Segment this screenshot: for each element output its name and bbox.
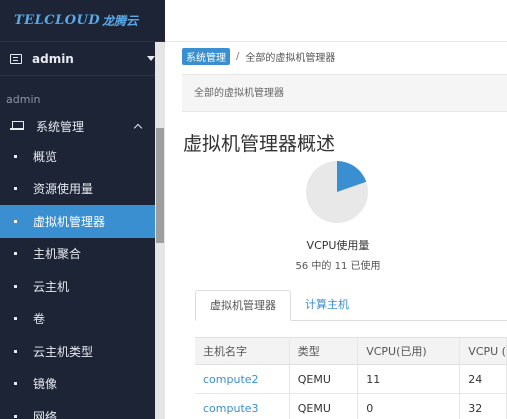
host-type: QEMU <box>289 364 359 394</box>
id-card-icon <box>10 53 22 64</box>
bullet-icon <box>14 219 17 223</box>
page-title: 虚拟机管理器概述 <box>183 133 336 155</box>
sidebar-item-label: 主机聚合 <box>33 247 82 262</box>
laptop-icon <box>10 121 24 131</box>
tab-hypervisors[interactable]: 虚拟机管理器 <box>195 290 291 321</box>
host-vcpu-total: 24 <box>459 364 507 394</box>
bullet-icon <box>14 187 17 191</box>
bullet-icon <box>14 317 17 321</box>
sidebar-item-label: 云主机类型 <box>33 344 94 359</box>
chevron-up-icon <box>133 123 143 132</box>
host-vcpu-used: 11 <box>357 364 461 394</box>
column-header-vcpu-used[interactable]: VCPU(已用) <box>357 337 461 365</box>
sidebar-group-system-admin[interactable]: 系统管理 <box>0 112 165 140</box>
logo-cn-text: 龙腾云 <box>102 14 139 28</box>
column-header-host-name[interactable]: 主机名字 <box>195 337 290 365</box>
column-header-type[interactable]: 类型 <box>289 337 359 365</box>
host-type: QEMU <box>289 393 359 419</box>
breadcrumb-current: 全部的虚拟机管理器 <box>245 53 336 64</box>
bullet-icon <box>14 382 17 386</box>
breadcrumb: 系统管理 / 全部的虚拟机管理器 <box>182 48 335 65</box>
table-row: compute3 QEMU 0 32 <box>195 393 507 419</box>
hypervisor-table: 主机名字 类型 VCPU(已用) VCPU ( compute2 QEMU 11… <box>195 337 507 419</box>
sidebar-item-label: 云主机 <box>33 279 70 294</box>
sidebar: TELCLOUD 龙腾云 admin admin 系统管理 概览资源使用量虚拟机… <box>0 0 165 419</box>
vcpu-usage-label: VCPU使用量 <box>306 239 370 252</box>
sidebar-item-8[interactable]: 网络 <box>0 400 165 419</box>
caret-down-icon <box>147 56 155 61</box>
sidebar-item-label: 网络 <box>33 409 58 419</box>
vcpu-usage-pie <box>305 160 369 224</box>
user-menu[interactable]: admin <box>0 42 165 76</box>
sidebar-item-label: 镜像 <box>33 377 58 392</box>
host-vcpu-total: 32 <box>459 393 507 419</box>
sidebar-item-5[interactable]: 卷 <box>0 303 165 336</box>
sidebar-item-6[interactable]: 云主机类型 <box>0 335 165 368</box>
tab-compute-hosts[interactable]: 计算主机 <box>291 290 363 321</box>
bullet-icon <box>14 349 17 353</box>
breadcrumb-separator: / <box>236 51 240 62</box>
sidebar-item-label: 资源使用量 <box>33 182 94 197</box>
sidebar-section-label: admin <box>6 93 41 106</box>
sidebar-group-label: 系统管理 <box>36 119 85 134</box>
table-row: compute2 QEMU 11 24 <box>195 364 507 394</box>
page-subheader: 全部的虚拟机管理器 <box>182 74 507 112</box>
top-bar <box>165 0 507 42</box>
host-vcpu-used: 0 <box>357 393 461 419</box>
main-content: 系统管理 / 全部的虚拟机管理器 全部的虚拟机管理器 虚拟机管理器概述 VCPU… <box>165 42 507 419</box>
bullet-icon <box>14 284 17 288</box>
bullet-icon <box>14 252 17 256</box>
column-header-vcpu-total[interactable]: VCPU ( <box>459 337 507 365</box>
vcpu-usage-summary: 56 中的 11 已使用 <box>295 261 381 272</box>
sidebar-item-3[interactable]: 主机聚合 <box>0 238 165 271</box>
sidebar-item-1[interactable]: 资源使用量 <box>0 173 165 206</box>
user-name: admin <box>32 51 74 66</box>
sidebar-scrollbar[interactable] <box>155 42 165 419</box>
host-name-link[interactable]: compute2 <box>195 364 290 394</box>
sidebar-item-0[interactable]: 概览 <box>0 140 165 173</box>
logo-text: TELCLOUD <box>14 13 101 28</box>
sidebar-item-label: 概览 <box>33 149 58 164</box>
tab-bar: 虚拟机管理器 计算主机 <box>195 290 507 321</box>
table-header-row: 主机名字 类型 VCPU(已用) VCPU ( <box>195 337 507 365</box>
sidebar-item-label: 卷 <box>33 312 46 327</box>
sidebar-item-7[interactable]: 镜像 <box>0 368 165 401</box>
logo[interactable]: TELCLOUD 龙腾云 <box>0 0 165 42</box>
sidebar-scrollbar-thumb[interactable] <box>156 128 164 243</box>
breadcrumb-root[interactable]: 系统管理 <box>182 48 230 65</box>
bullet-icon <box>14 154 17 158</box>
host-name-link[interactable]: compute3 <box>195 393 290 419</box>
sidebar-item-4[interactable]: 云主机 <box>0 270 165 303</box>
bullet-icon <box>14 414 17 418</box>
sidebar-item-label: 虚拟机管理器 <box>33 214 106 229</box>
sidebar-item-2[interactable]: 虚拟机管理器 <box>0 205 165 238</box>
